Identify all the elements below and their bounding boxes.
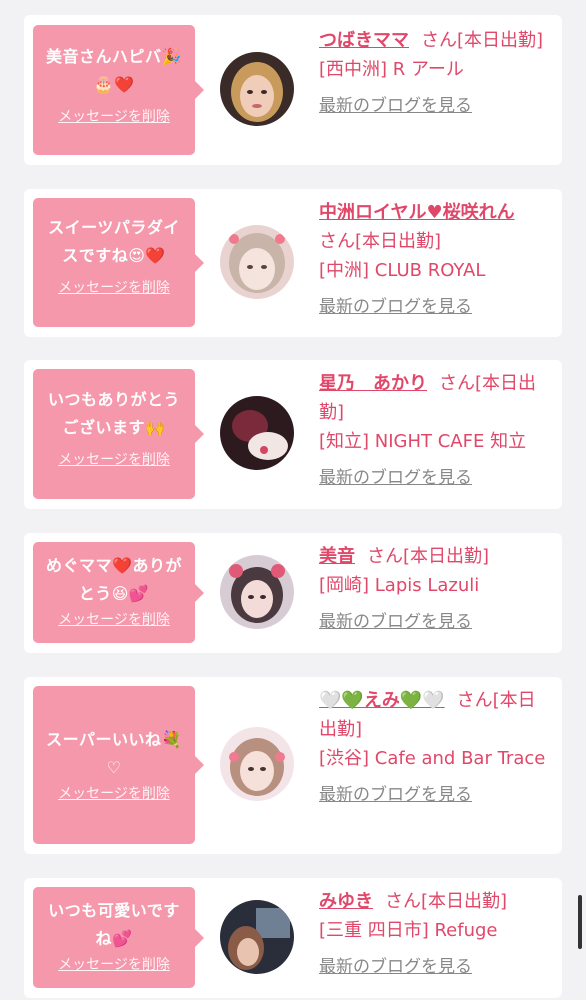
cast-info: 美音 さん[本日出勤] [岡崎] Lapis Lazuli 最新のブログを見る <box>319 542 551 637</box>
message-bubble: いつも可愛いですね💕 メッセージを削除 <box>33 887 204 988</box>
status-text: さん[本日出勤] <box>421 30 544 51</box>
message-bubble: スーパーいいね💐♡ メッセージを削除 <box>33 686 204 844</box>
delete-message-link[interactable]: メッセージを削除 <box>33 610 195 630</box>
shop-text: [渋谷] Cafe and Bar Trace <box>319 748 546 769</box>
message-text: いつも可愛いですね💕 <box>48 901 180 948</box>
list-item: スーパーいいね💐♡ メッセージを削除 🤍💚えみ💚🤍 さん[本日出勤] [渋谷] C… <box>24 677 562 854</box>
cast-name-link[interactable]: 星乃 あかり <box>319 373 427 394</box>
cast-info: 🤍💚えみ💚🤍 さん[本日出勤] [渋谷] Cafe and Bar Trace 最… <box>319 686 551 810</box>
cast-name-link[interactable]: みゆき <box>319 891 373 912</box>
delete-message-link[interactable]: メッセージを削除 <box>33 278 195 298</box>
avatar-woman-filter <box>220 225 294 299</box>
avatar[interactable] <box>220 727 294 801</box>
list-item: いつも可愛いですね💕 メッセージを削除 みゆき さん[本日出勤] [三重 四日市]… <box>24 878 562 998</box>
list-item: 美音さんハピバ🎉🎂❤️ メッセージを削除 つばきママ さん[本日出勤] [西中洲]… <box>24 15 562 165</box>
blog-link[interactable]: 最新のブログを見る <box>319 781 551 810</box>
avatar[interactable] <box>220 555 294 629</box>
avatar[interactable] <box>220 900 294 974</box>
avatar-woman-ears <box>220 555 294 629</box>
shop-text: [岡崎] Lapis Lazuli <box>319 575 480 596</box>
message-text: めぐママ❤️ありがとう😆💕 <box>46 556 182 603</box>
avatar[interactable] <box>220 396 294 470</box>
shop-text: [西中洲] R アール <box>319 59 464 80</box>
cast-name-link[interactable]: 美音 <box>319 546 355 567</box>
avatar-woman-pink <box>220 727 294 801</box>
shop-text: [三重 四日市] Refuge <box>319 920 498 941</box>
status-text: さん[本日出勤] <box>367 546 490 567</box>
list-item: いつもありがとうございます🙌 メッセージを削除 星乃 あかり さん[本日出勤] [… <box>24 360 562 509</box>
cast-name-link[interactable]: つばきママ <box>319 30 409 51</box>
message-bubble: 美音さんハピバ🎉🎂❤️ メッセージを削除 <box>33 25 204 155</box>
delete-message-link[interactable]: メッセージを削除 <box>33 450 195 470</box>
delete-message-link[interactable]: メッセージを削除 <box>33 107 195 127</box>
delete-message-link[interactable]: メッセージを削除 <box>33 784 195 804</box>
cast-info: 星乃 あかり さん[本日出勤] [知立] NIGHT CAFE 知立 最新のブログ… <box>319 369 551 493</box>
cast-name-link[interactable]: 中洲ロイヤル♥桜咲れん <box>319 202 515 223</box>
delete-message-link[interactable]: メッセージを削除 <box>33 955 195 975</box>
shop-text: [中洲] CLUB ROYAL <box>319 260 486 281</box>
message-bubble: いつもありがとうございます🙌 メッセージを削除 <box>33 369 204 499</box>
blog-link[interactable]: 最新のブログを見る <box>319 953 551 982</box>
blog-link[interactable]: 最新のブログを見る <box>319 92 551 121</box>
avatar-woman-night <box>220 900 294 974</box>
message-text: 美音さんハピバ🎉🎂❤️ <box>46 47 182 94</box>
cast-info: つばきママ さん[本日出勤] [西中洲] R アール 最新のブログを見る <box>319 26 551 121</box>
cast-info: 中洲ロイヤル♥桜咲れん さん[本日出勤] [中洲] CLUB ROYAL 最新の… <box>319 198 551 322</box>
status-text: さん[本日出勤] <box>319 231 442 252</box>
message-bubble: スイーツパラダイスですね😍❤️ メッセージを削除 <box>33 198 204 327</box>
blog-link[interactable]: 最新のブログを見る <box>319 608 551 637</box>
blog-link[interactable]: 最新のブログを見る <box>319 293 551 322</box>
avatar-woman-blonde <box>220 52 294 126</box>
list-item: スイーツパラダイスですね😍❤️ メッセージを削除 中洲ロイヤル♥桜咲れん さん[… <box>24 189 562 337</box>
avatar[interactable] <box>220 52 294 126</box>
list-item: めぐママ❤️ありがとう😆💕 メッセージを削除 美音 さん[本日出勤] [岡崎] L… <box>24 533 562 653</box>
message-text: スイーツパラダイスですね😍❤️ <box>48 218 180 265</box>
message-bubble: めぐママ❤️ありがとう😆💕 メッセージを削除 <box>33 542 204 643</box>
avatar[interactable] <box>220 225 294 299</box>
blog-link[interactable]: 最新のブログを見る <box>319 464 551 493</box>
avatar-woman-dark <box>220 396 294 470</box>
cast-info: みゆき さん[本日出勤] [三重 四日市] Refuge 最新のブログを見る <box>319 887 551 982</box>
shop-text: [知立] NIGHT CAFE 知立 <box>319 431 527 452</box>
cast-name-link[interactable]: 🤍💚えみ💚🤍 <box>319 690 445 711</box>
status-text: さん[本日出勤] <box>385 891 508 912</box>
scrollbar[interactable] <box>578 895 582 949</box>
message-text: いつもありがとうございます🙌 <box>47 390 180 437</box>
message-text: スーパーいいね💐♡ <box>46 730 182 777</box>
